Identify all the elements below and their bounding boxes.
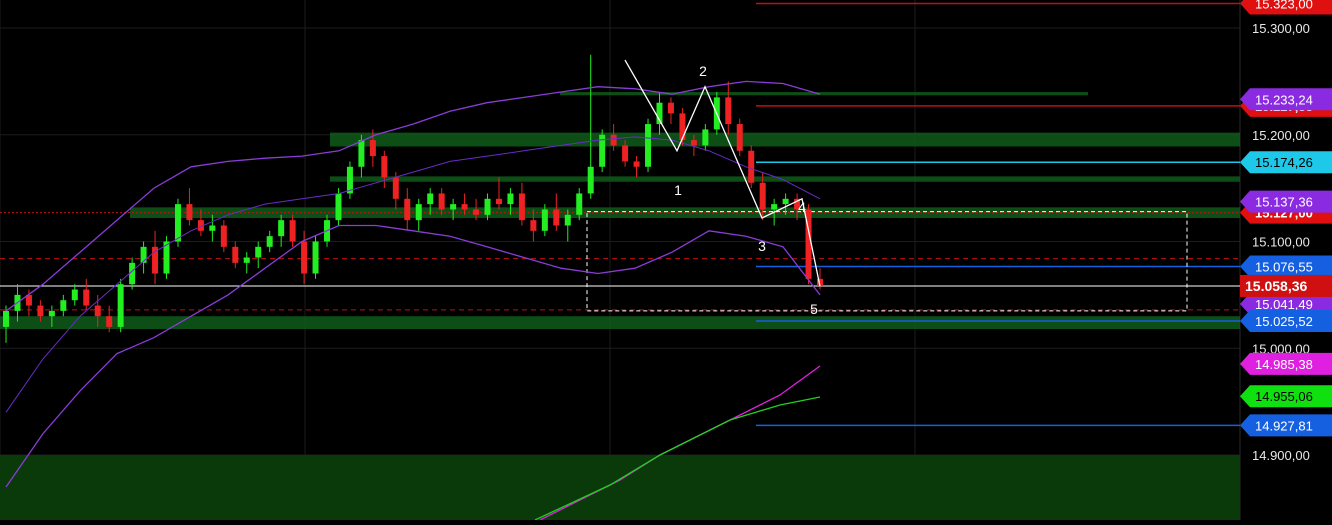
candle-body	[60, 300, 67, 311]
price-tag: 15.076,55	[1255, 260, 1313, 275]
candle-body	[438, 193, 445, 210]
candle-body	[209, 225, 216, 231]
candle-body	[461, 204, 468, 210]
trading-chart[interactable]: 1 2 3 4 5 15.300,00 15.200,00 15.100,00 15.000,0…	[0, 0, 1332, 521]
candle-body	[736, 124, 743, 151]
candle-body	[415, 204, 422, 221]
sr-zone	[330, 132, 1240, 147]
candle-body	[312, 241, 319, 274]
candle-body	[37, 305, 44, 317]
candle-body	[369, 140, 376, 157]
price-tag: 15.041,49	[1255, 297, 1313, 312]
candle-body	[117, 284, 124, 327]
candle-body	[71, 289, 78, 301]
chart-background	[0, 0, 1332, 520]
candle-body	[255, 246, 262, 258]
price-axis-tick: 14.900,00	[1252, 448, 1310, 463]
price-tag: 15.025,52	[1255, 314, 1313, 329]
candle-body	[392, 177, 399, 199]
price-tag: 15.233,24	[1255, 92, 1313, 107]
price-chart-svg[interactable]: 1234515.300,0015.200,0015.100,0015.000,0…	[0, 0, 1332, 521]
candle-body	[782, 198, 789, 205]
support-zone-large	[0, 455, 1240, 520]
candle-body	[301, 241, 308, 274]
candle-body	[541, 209, 548, 231]
candle-body	[518, 193, 525, 221]
candle-body	[530, 220, 537, 231]
candle-body	[473, 209, 480, 215]
candle-body	[427, 193, 434, 205]
elliott-wave-label: 3	[758, 238, 766, 254]
candle-body	[633, 161, 640, 167]
price-tag: 14.927,81	[1255, 418, 1313, 433]
candle-body	[564, 214, 571, 226]
candle-body	[174, 204, 181, 242]
last-price-tag: 15.058,36	[1245, 278, 1307, 294]
candle-body	[495, 198, 502, 205]
price-axis-tick: 15.200,00	[1252, 128, 1310, 143]
candle-body	[690, 140, 697, 146]
price-tag: 15.174,26	[1255, 155, 1313, 170]
candle-body	[335, 193, 342, 221]
elliott-wave-label: 5	[810, 301, 818, 317]
price-axis-tick: 15.100,00	[1252, 235, 1310, 250]
candle-body	[553, 209, 560, 226]
candle-body	[771, 204, 778, 210]
candle-body	[232, 246, 239, 263]
price-tag: 15.323,00	[1255, 0, 1313, 11]
candle-body	[587, 166, 594, 194]
candle-body	[220, 225, 227, 247]
sr-zone	[560, 92, 1088, 96]
sr-zone	[0, 316, 1240, 330]
candle-body	[243, 257, 250, 263]
candle-body	[48, 310, 55, 317]
candle-body	[83, 289, 90, 306]
candle-body	[186, 204, 193, 221]
candle-body	[266, 236, 273, 247]
candle-body	[289, 220, 296, 242]
candle-body	[759, 182, 766, 210]
candle-body	[106, 316, 113, 327]
price-tag: 14.985,38	[1255, 357, 1313, 372]
candle-body	[3, 310, 9, 327]
candle-body	[404, 198, 411, 221]
candle-body	[576, 193, 583, 215]
candle-body	[484, 198, 491, 215]
candle-body	[667, 102, 674, 114]
candle-body	[140, 246, 147, 263]
price-axis-tick: 15.300,00	[1252, 21, 1310, 36]
elliott-wave-label: 4	[798, 199, 806, 215]
candle-body	[381, 156, 388, 178]
candle-body	[679, 113, 686, 141]
candle-body	[278, 220, 285, 237]
candle-body	[622, 145, 629, 162]
candle-body	[358, 140, 365, 167]
candle-body	[450, 204, 457, 210]
elliott-wave-label: 2	[699, 63, 707, 79]
candle-body	[610, 134, 617, 146]
price-tag: 15.137,36	[1255, 195, 1313, 210]
candle-body	[94, 305, 101, 317]
candle-body	[507, 193, 514, 205]
candle-body	[702, 129, 709, 146]
candle-body	[748, 150, 755, 183]
price-tag: 14.955,06	[1255, 389, 1313, 404]
candle-body	[645, 124, 652, 167]
candle-body	[725, 97, 732, 125]
elliott-wave-label: 1	[674, 182, 682, 198]
